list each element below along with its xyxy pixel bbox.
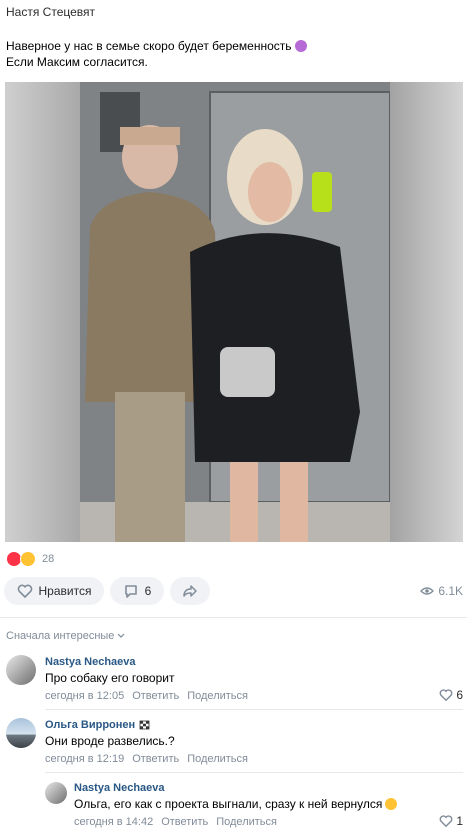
post-text: Наверное у нас в семье скоро будет берем… — [6, 38, 307, 70]
share-icon — [183, 585, 197, 597]
comment-time[interactable]: сегодня в 12:19 — [45, 753, 124, 765]
share-button[interactable] — [170, 577, 210, 605]
laugh-reaction-icon — [20, 551, 36, 567]
comment-text: Про собаку его говорит — [45, 671, 175, 685]
share-link[interactable]: Поделиться — [216, 816, 277, 828]
views-counter: 6.1K — [420, 584, 463, 598]
post-text-line2: Если Максим согласится. — [6, 55, 148, 69]
photo-blur-left — [5, 82, 80, 542]
comment-author[interactable]: Nastya Nechaeva — [45, 656, 136, 668]
comment-time[interactable]: сегодня в 14:42 — [74, 816, 153, 828]
comment-text-row: Ольга, его как с проекта выгнали, сразу … — [74, 797, 398, 811]
reply-link[interactable]: Ответить — [161, 816, 208, 828]
post-photo[interactable] — [5, 82, 463, 542]
comment-meta: сегодня в 12:05 Ответить Поделиться — [45, 690, 248, 702]
comment-divider — [45, 709, 463, 710]
heart-icon — [17, 584, 32, 599]
chevron-down-icon — [117, 633, 125, 638]
comment-time[interactable]: сегодня в 12:05 — [45, 690, 124, 702]
views-count: 6.1K — [438, 584, 463, 598]
avatar[interactable] — [6, 718, 36, 748]
elevator-selfie-illustration — [80, 82, 391, 542]
comment-meta: сегодня в 12:19 Ответить Поделиться — [45, 753, 248, 765]
comment-author-row[interactable]: Ольга Вирронен — [45, 719, 150, 731]
comment-text: Ольга, его как с проекта выгнали, сразу … — [74, 797, 383, 811]
comment-text: Они вроде развелись.? — [45, 734, 175, 748]
comment-like-button[interactable]: 1 — [439, 814, 463, 828]
comment-count: 6 — [144, 584, 152, 598]
avatar[interactable] — [45, 782, 67, 804]
share-link[interactable]: Поделиться — [187, 690, 248, 702]
reply-link[interactable]: Ответить — [132, 690, 179, 702]
reply-link[interactable]: Ответить — [132, 753, 179, 765]
comments-sort-dropdown[interactable]: Сначала интересные — [6, 630, 125, 642]
sort-label: Сначала интересные — [6, 630, 115, 642]
avatar[interactable] — [6, 655, 36, 685]
comment-like-count: 1 — [456, 814, 463, 828]
laughing-emoji-icon — [385, 798, 398, 810]
comment-meta: сегодня в 14:42 Ответить Поделиться — [74, 816, 277, 828]
comment-icon — [124, 585, 137, 598]
comment-like-button[interactable]: 6 — [439, 688, 463, 702]
reply-comment-item: Nastya Nechaeva Ольга, его как с проекта… — [0, 777, 467, 833]
comment-item: Nastya Nechaeva Про собаку его говорит с… — [0, 650, 467, 708]
reactions-count: 28 — [42, 553, 55, 565]
post-divider — [0, 617, 467, 618]
heart-icon — [439, 815, 453, 828]
comment-author[interactable]: Nastya Nechaeva — [74, 782, 165, 794]
comment-author: Ольга Вирронен — [45, 719, 136, 731]
post-text-line1: Наверное у нас в семье скоро будет берем… — [6, 39, 292, 53]
reactions-summary[interactable]: 28 — [6, 551, 54, 567]
checkered-flag-icon — [139, 720, 150, 729]
comment-item: Ольга Вирронен Они вроде развелись.? сег… — [0, 713, 467, 771]
share-link[interactable]: Поделиться — [187, 753, 248, 765]
photo-blur-right — [390, 82, 463, 542]
comment-like-count: 6 — [456, 688, 463, 702]
heart-icon — [439, 689, 453, 702]
eye-icon — [420, 587, 435, 595]
like-button-label: Нравится — [38, 584, 92, 598]
post-author[interactable]: Настя Стецевят — [6, 5, 95, 19]
like-button[interactable]: Нравится — [4, 577, 104, 605]
comment-divider — [45, 772, 463, 773]
pregnant-emoji-icon — [294, 40, 307, 52]
photo-image — [80, 82, 391, 542]
comment-button[interactable]: 6 — [110, 577, 164, 605]
